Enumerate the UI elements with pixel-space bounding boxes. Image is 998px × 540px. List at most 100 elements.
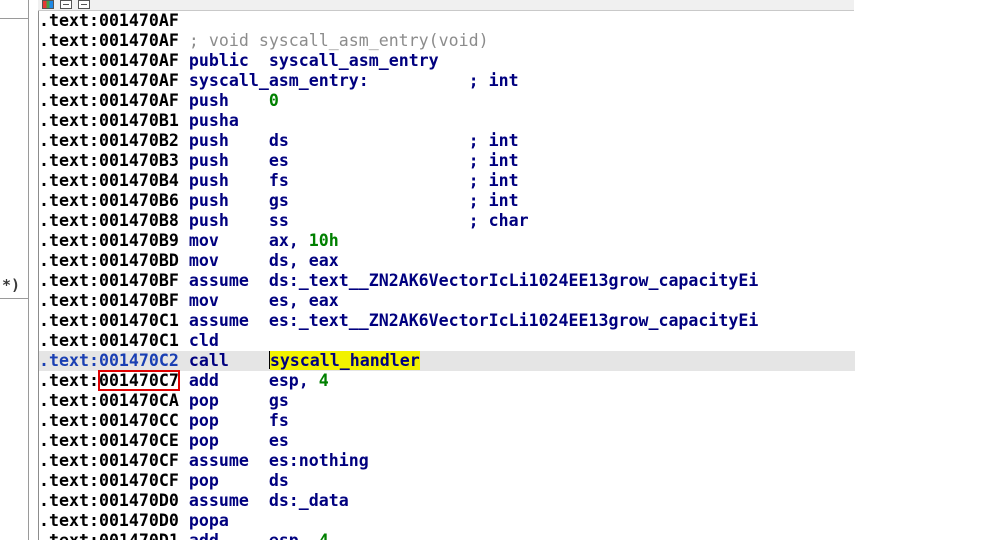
code-line[interactable]: .text:001470CC pop fs [39,411,855,431]
highlighted-address[interactable]: 001470C7 [97,370,180,391]
operand: es [268,431,289,450]
type-comment: ; int [468,131,519,150]
address[interactable]: 001470B6 [99,191,179,210]
operand: syscall_asm_entry [268,51,439,70]
code-line[interactable]: .text:001470CF assume es:nothing [39,451,855,471]
address[interactable]: 001470BF [99,271,179,290]
code-line[interactable]: .text:001470D0 assume ds:_data [39,491,855,511]
code-line[interactable]: .text:001470B6 push gs ; int [39,191,855,211]
code-line[interactable]: .text:001470BF assume ds:_text__ZN2AK6Ve… [39,271,855,291]
address[interactable]: 001470CC [99,411,179,430]
segment-name: .text: [39,451,99,470]
left-pane-fragment: *) [2,276,21,294]
segment-name: .text: [39,531,99,540]
code-line[interactable]: .text:001470C1 assume es:_text__ZN2AK6Ve… [39,311,855,331]
segment-name: .text: [39,131,99,150]
code-line[interactable]: .text:001470B3 push es ; int [39,151,855,171]
function-comment: ; void syscall_asm_entry(void) [188,31,489,50]
code-line[interactable]: .text:001470CA pop gs [39,391,855,411]
address[interactable]: 001470C2 [99,351,179,370]
mnemonic: call [188,351,229,370]
segment-name: .text: [39,11,99,30]
operand: fs [268,171,289,190]
immediate-value: 0 [268,91,279,110]
operand: ds:_data [268,491,349,510]
address[interactable]: 001470D1 [99,531,179,540]
mnemonic: push [188,211,229,230]
address[interactable]: 001470AF [99,51,179,70]
address[interactable]: 001470B1 [99,111,179,130]
address[interactable]: 001470AF [99,91,179,110]
code-line[interactable]: .text:001470B4 push fs ; int [39,171,855,191]
segment-name: .text: [39,31,99,50]
window-icon[interactable] [78,0,90,9]
code-line[interactable]: .text:001470CE pop es [39,431,855,451]
operand: es, eax [268,291,339,310]
code-line[interactable]: .text:001470B2 push ds ; int [39,131,855,151]
code-line[interactable]: .text:001470BF mov es, eax [39,291,855,311]
code-line[interactable]: .text:001470AF [39,11,855,31]
address[interactable]: 001470C1 [99,311,179,330]
code-line[interactable]: .text:001470BD mov ds, eax [39,251,855,271]
code-line[interactable]: .text:001470D1 add esp, 4 [39,531,855,540]
call-target[interactable]: syscall_handler [269,351,420,370]
code-line[interactable]: .text:001470D0 popa [39,511,855,531]
code-line[interactable]: .text:001470AF push 0 [39,91,855,111]
operand: gs [268,191,289,210]
address[interactable]: 001470AF [99,31,179,50]
mnemonic: push [188,191,229,210]
segment-name: .text: [39,471,99,490]
address[interactable]: 001470B3 [99,151,179,170]
address[interactable]: 001470B8 [99,211,179,230]
mnemonic: add [189,531,219,540]
window-icon[interactable] [60,0,72,9]
address[interactable]: 001470D0 [99,511,179,530]
segment-name: .text: [39,111,99,130]
address[interactable]: 001470AF [99,11,179,30]
segment-name: .text: [39,351,99,370]
current-code-line[interactable]: .text:001470C2 call syscall_handler [39,351,855,371]
disassembly-view[interactable]: .text:001470AF .text:001470AF ; void sys… [38,11,856,540]
segment-name: .text: [39,171,99,190]
address[interactable]: 001470B4 [99,171,179,190]
code-line[interactable]: .text:001470B1 pusha [39,111,855,131]
mnemonic: push [188,91,229,110]
operand: es [268,151,289,170]
type-comment: ; int [468,191,519,210]
code-line[interactable]: .text:001470CF pop ds [39,471,855,491]
address[interactable]: 001470CF [99,471,179,490]
right-pane [855,0,998,540]
address[interactable]: 001470CA [99,391,179,410]
code-line[interactable]: .text:001470C7 add esp, 4 [39,370,855,391]
mnemonic: public [188,51,249,70]
segment-name: .text: [39,331,99,350]
mnemonic: assume [188,491,249,510]
mnemonic: pusha [188,111,239,130]
address[interactable]: 001470BD [99,251,179,270]
address[interactable]: 001470C1 [99,331,179,350]
code-line[interactable]: .text:001470B9 mov ax, 10h [39,231,855,251]
code-label[interactable]: syscall_asm_entry: [189,71,369,90]
code-line[interactable]: .text:001470AF public syscall_asm_entry [39,51,855,71]
address[interactable]: 001470B2 [99,131,179,150]
address[interactable]: 001470BF [99,291,179,310]
segment-name: .text: [39,411,99,430]
immediate-value: 4 [318,371,329,390]
code-line[interactable]: .text:001470B8 push ss ; char [39,211,855,231]
address[interactable]: 001470D0 [99,491,179,510]
mnemonic: pop [188,471,219,490]
code-line[interactable]: .text:001470AF ; void syscall_asm_entry(… [39,31,855,51]
address[interactable]: 001470CF [99,451,179,470]
address[interactable]: 001470CE [99,431,179,450]
address[interactable]: 001470B9 [99,231,179,250]
segment-name: .text: [39,291,99,310]
code-line[interactable]: .text:001470C1 cld [39,331,855,351]
address[interactable]: 001470AF [99,71,179,90]
mnemonic: assume [188,311,249,330]
code-line[interactable]: .text:001470AF syscall_asm_entry: ; int [39,71,855,91]
operand: ax, [268,231,309,250]
mnemonic: mov [188,291,219,310]
palette-icon[interactable] [42,0,54,9]
segment-name: .text: [39,91,99,110]
segment-name: .text: [39,191,99,210]
